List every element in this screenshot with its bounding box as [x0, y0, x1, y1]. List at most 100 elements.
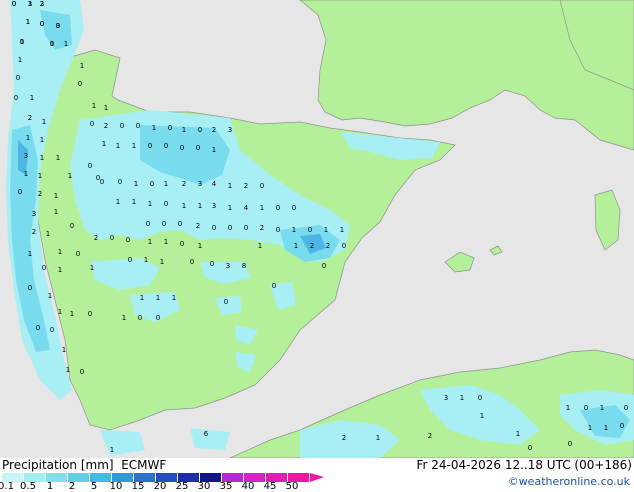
precip-value-label: 1 [212, 146, 216, 154]
precip-value-label: 1 [90, 264, 94, 272]
precip-value-label: 1 [258, 242, 262, 250]
precip-value-label: 0 [180, 240, 184, 248]
land-mallorca [444, 251, 475, 273]
precip-value-label: 2 [40, 0, 44, 8]
precip-value-label: 2 [310, 242, 314, 250]
precip-value-label: 0 [128, 256, 132, 264]
precip-value-label: 2 [326, 242, 330, 250]
precip-value-label: 2 [244, 182, 248, 190]
precip-value-label: 1 [58, 248, 62, 256]
precip-value-label: 0 [190, 258, 194, 266]
legend-ticks: 0.1 0.5 1 2 5 10 15 20 25 30 35 40 45 50 [0, 482, 340, 492]
precip-value-label: 0 [126, 236, 130, 244]
precip-value-label: 1 [460, 394, 464, 402]
precip-value-label: 0 [164, 200, 168, 208]
precip-value-label: 3 [32, 210, 36, 218]
precip-value-label: 1 [50, 40, 54, 48]
precip-value-label: 2 [94, 234, 98, 242]
precip-value-label: 1 [28, 250, 32, 258]
precip-value-label: 4 [244, 204, 249, 212]
credit-link[interactable]: ©weatheronline.co.uk [508, 475, 630, 488]
precip-value-label: 0 [146, 220, 150, 228]
precip-value-label: 0 [620, 422, 624, 430]
precip-value-label: 1 [164, 180, 168, 188]
precip-value-label: 1 [588, 424, 592, 432]
precip-value-label: 1 [48, 292, 52, 300]
precip-value-label: 0 [260, 182, 264, 190]
precip-value-label: 8 [242, 262, 246, 270]
precip-value-label: 1 [54, 192, 58, 200]
precip-value-label: 3 [444, 394, 448, 402]
precip-value-label: 0 [120, 122, 124, 130]
precip-value-label: 1 [566, 404, 570, 412]
precip-value-label: 1 [376, 434, 380, 442]
precip-value-label: 1 [604, 424, 608, 432]
precip-value-label: 1 [30, 94, 34, 102]
precip-value-label: 0 [156, 314, 160, 322]
precip-value-label: 0 [76, 250, 80, 258]
legend-tick-label: 30 [197, 481, 211, 492]
precip-value-label: 0 [180, 144, 184, 152]
precip-value-label: 0 [342, 242, 346, 250]
precip-value-label: 1 [80, 62, 84, 70]
precip-value-label: 1 [134, 180, 138, 188]
precip-value-label: 0 [50, 326, 54, 334]
precip-value-label: 1 [164, 238, 168, 246]
precip-value-label: 0 [28, 284, 32, 292]
precip-value-label: 3 [228, 126, 232, 134]
precip-value-label: 0 [478, 394, 482, 402]
precip-value-label: 1 [260, 204, 264, 212]
precip-value-label: 3 [212, 202, 216, 210]
precip-value-label: 1 [58, 308, 62, 316]
precip-value-label: 0 [322, 262, 326, 270]
legend-tick-label: 50 [285, 481, 299, 492]
precip-value-label: 0 [212, 224, 216, 232]
precip-value-label: 1 [40, 154, 44, 162]
precip-value-label: 0 [150, 180, 154, 188]
precip-value-label: 0 [162, 220, 166, 228]
legend-tick-label: 25 [175, 481, 189, 492]
precip-value-label: 0 [272, 282, 276, 290]
map-title: Precipitation [mm] ECMWF [2, 458, 166, 472]
precip-value-label: 2 [104, 122, 108, 130]
precip-value-label: 1 [132, 198, 136, 206]
legend-tick-label: 5 [90, 481, 98, 492]
precip-value-label: 0 [110, 234, 114, 242]
precip-value-label: 1 [228, 182, 232, 190]
precip-value-label: 1 [172, 294, 176, 302]
precip-value-label: 1 [56, 154, 60, 162]
legend-tick-label: 20 [153, 481, 167, 492]
precip-value-label: 0 [90, 120, 94, 128]
legend-tick-label: 1 [46, 481, 54, 492]
land-sardinia [594, 189, 621, 251]
precip-value-label: 0 [168, 124, 172, 132]
precip-value-label: 1 [66, 366, 70, 374]
precip-value-label: 2 [342, 434, 346, 442]
precip-value-label: 1 [54, 208, 58, 216]
legend-tick-label: 40 [241, 481, 255, 492]
precip-value-label: 0 [528, 444, 532, 452]
precip-value-label: 1 [292, 226, 296, 234]
precip-value-label: 3 [226, 262, 230, 270]
precip-value-label: 0 [118, 178, 122, 186]
precip-value-label: 1 [110, 446, 114, 454]
precip-value-label: 1 [20, 38, 24, 46]
precip-value-label: 1 [38, 172, 42, 180]
precip-value-label: 0 [148, 142, 152, 150]
legend-tick-label: 0.5 [20, 481, 36, 492]
precip-value-label: 1 [70, 310, 74, 318]
precip-value-label: 1 [148, 238, 152, 246]
precip-value-label: 0 [228, 224, 232, 232]
precip-value-label: 6 [204, 430, 209, 438]
precip-value-label: 1 [28, 0, 32, 8]
precip-value-label: 0 [36, 324, 40, 332]
precip-value-label: 1 [160, 258, 164, 266]
precip-value-label: 0 [198, 126, 202, 134]
legend-tick-label: 10 [109, 481, 123, 492]
precip-value-label: 0 [100, 178, 104, 186]
product-label: Precipitation [mm] [2, 458, 114, 472]
legend-tick-label: 0.1 [0, 481, 14, 492]
precip-value-label: 1 [18, 56, 22, 64]
precip-value-label: 1 [198, 202, 202, 210]
precip-value-label: 0 [584, 404, 588, 412]
